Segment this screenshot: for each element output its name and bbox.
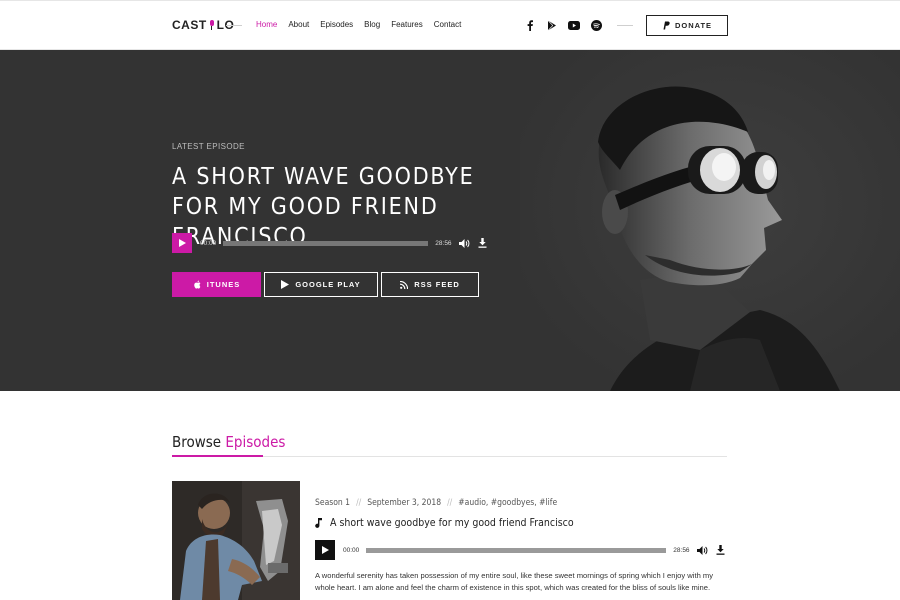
- volume-icon[interactable]: [696, 545, 708, 555]
- browse-episodes-heading: Browse Episodes: [172, 433, 285, 451]
- hero-current-time: 00:00: [200, 239, 217, 247]
- episode-title[interactable]: A short wave goodbye for my good friend …: [315, 517, 574, 529]
- hero-progress-bar[interactable]: [223, 240, 429, 246]
- episode-current-time: 00:00: [343, 546, 360, 554]
- microphone-icon: [208, 20, 216, 30]
- host-portrait-photo: [520, 50, 900, 391]
- hero-subscribe-buttons: ITUNES GOOGLE PLAY RSS FEED: [172, 272, 479, 297]
- site-header: CAST LO Home About Episodes Blog Feature…: [0, 0, 900, 50]
- nav-contact[interactable]: Contact: [434, 20, 462, 29]
- google-play-button[interactable]: GOOGLE PLAY: [264, 272, 378, 297]
- facebook-icon[interactable]: [524, 19, 536, 31]
- google-play-icon: [281, 280, 290, 289]
- nav-home[interactable]: Home: [256, 20, 277, 29]
- episode-thumbnail[interactable]: [172, 481, 300, 600]
- rss-feed-label: RSS FEED: [414, 280, 460, 289]
- nav-episodes[interactable]: Episodes: [320, 20, 353, 29]
- hero-play-button[interactable]: [172, 233, 192, 253]
- download-icon[interactable]: [478, 238, 487, 248]
- meta-separator: //: [356, 498, 362, 508]
- nav-blog[interactable]: Blog: [364, 20, 380, 29]
- heading-underline: [172, 455, 263, 457]
- hero-duration: 28:56: [435, 239, 452, 247]
- donate-label: DONATE: [674, 21, 713, 30]
- spotify-icon[interactable]: [590, 19, 602, 31]
- hero-audio-player: 00:00 28:56: [172, 233, 487, 253]
- play-icon: [179, 239, 186, 247]
- episode-season: Season 1: [315, 498, 351, 508]
- logo-text-left: CAST: [172, 18, 207, 32]
- header-divider: [617, 25, 633, 26]
- paypal-icon: [663, 21, 670, 30]
- meta-separator: //: [447, 498, 453, 508]
- episode-duration: 28:56: [673, 546, 690, 554]
- itunes-button[interactable]: ITUNES: [172, 272, 261, 297]
- nav-about[interactable]: About: [288, 20, 309, 29]
- episode-meta: Season 1 // September 3, 2018 // #audio,…: [315, 498, 557, 508]
- browse-heading-accent: Episodes: [225, 433, 286, 451]
- itunes-label: ITUNES: [206, 280, 241, 289]
- nav-features[interactable]: Features: [391, 20, 423, 29]
- episode-progress-bar[interactable]: [366, 547, 667, 553]
- episode-audio-player: 00:00 28:56: [315, 540, 725, 560]
- rss-icon: [400, 280, 409, 289]
- header-divider: [226, 25, 242, 26]
- main-nav: Home About Episodes Blog Features Contac…: [256, 20, 461, 29]
- browse-heading-plain: Browse: [172, 433, 222, 451]
- apple-icon: [193, 280, 201, 289]
- play-icon: [322, 546, 329, 554]
- google-play-icon[interactable]: [546, 19, 558, 31]
- episode-play-button[interactable]: [315, 540, 335, 560]
- hero-eyebrow: LATEST EPISODE: [172, 142, 245, 151]
- episode-description: A wonderful serenity has taken possessio…: [315, 571, 714, 592]
- social-links: [524, 19, 602, 31]
- download-icon[interactable]: [716, 545, 725, 555]
- episode-tags[interactable]: #audio, #goodbyes, #life: [458, 498, 557, 508]
- donate-button[interactable]: DONATE: [646, 15, 728, 36]
- site-logo[interactable]: CAST LO: [172, 18, 234, 32]
- episode-date: September 3, 2018: [367, 498, 442, 508]
- music-note-icon: [315, 518, 322, 528]
- hero-section: LATEST EPISODE A SHORT WAVE GOODBYE FOR …: [0, 50, 900, 391]
- google-play-label: GOOGLE PLAY: [295, 280, 361, 289]
- volume-icon[interactable]: [458, 238, 470, 248]
- rss-feed-button[interactable]: RSS FEED: [381, 272, 479, 297]
- episode-title-text: A short wave goodbye for my good friend …: [330, 517, 574, 529]
- youtube-icon[interactable]: [568, 19, 580, 31]
